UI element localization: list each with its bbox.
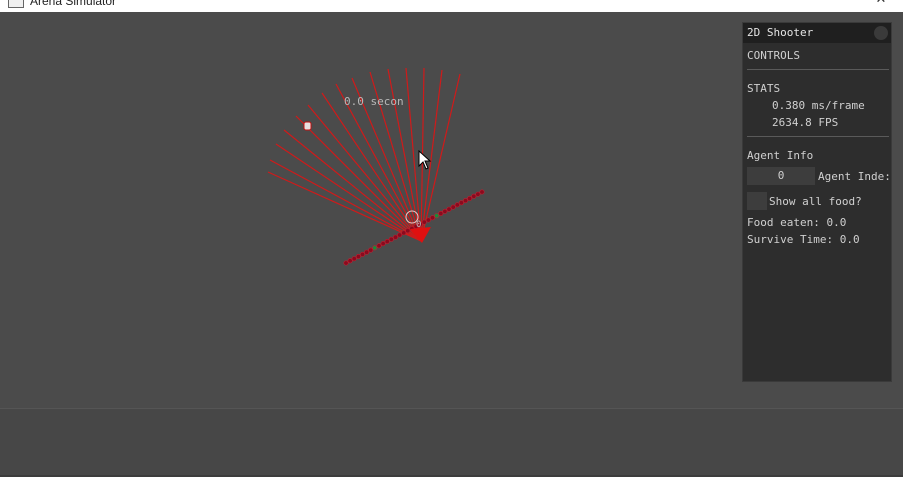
agent-label: 0 [416,220,421,230]
sensor-dot [401,230,407,236]
sensor-dot [462,198,468,204]
sensor-dot [397,232,403,238]
window-title: Arena Simulator [30,0,117,8]
sensor-dots [343,189,485,266]
controls-panel: 2D Shooter CONTROLS STATS 0.380 ms/frame… [742,22,892,382]
food-eaten: Food eaten: 0.0 [747,216,847,229]
show-food-label: Show all food? [769,195,862,208]
sensor-dot [351,256,357,262]
panel-title-bar[interactable]: 2D Shooter [743,23,891,43]
ms-per-frame: 0.380 ms/frame [772,99,865,112]
sensor-dot [425,217,431,223]
sensor-dot [450,204,456,210]
fps-value: 2634.8 FPS [772,116,839,129]
sensor-dot [392,234,398,240]
collapse-button[interactable] [874,26,888,40]
agent-info-header[interactable]: Agent Info [747,149,813,162]
sensor-dot [442,208,448,214]
food-item [303,121,312,131]
separator [747,69,889,70]
separator [747,136,889,137]
timer-text: 0.0 secon [344,95,404,108]
bottom-area [0,408,903,477]
close-button[interactable]: ✕ [866,0,896,9]
stats-header[interactable]: STATS [747,82,780,95]
sensor-dot [405,228,411,234]
sensor-dot [343,260,349,266]
sensor-dot [355,254,361,260]
sensor-dot [471,193,477,199]
sensor-dot [438,211,444,217]
sensor-dot [429,215,435,221]
minimize-button[interactable]: — [818,0,848,9]
sensor-dot [388,236,394,242]
controls-header[interactable]: CONTROLS [747,49,800,62]
sensor-dot [458,200,464,206]
sensor-dot [380,241,386,247]
panel-title: 2D Shooter [747,26,814,39]
vision-ray [275,143,422,242]
sensor-dot [376,243,382,249]
sensor-dot [368,247,374,253]
sensor-dot [479,189,485,195]
show-food-checkbox[interactable] [747,192,767,210]
sensor-dot [372,245,378,251]
vision-ray [307,104,422,242]
sensor-dot [454,202,460,208]
app-icon [8,0,24,8]
sensor-dot [364,249,370,255]
sensor-dot [359,251,365,257]
sensor-dot [475,191,481,197]
sensor-dot [467,196,473,202]
sensor-dot [347,258,353,264]
sensor-dot [421,219,427,225]
sensor-dot [384,239,390,245]
mouse-cursor-icon [418,149,432,174]
agent-index-label: Agent Inde: [818,170,891,183]
survive-time: Survive Time: 0.0 [747,233,860,246]
agent-index-input[interactable]: 0 [747,167,815,185]
sensor-dot [446,206,452,212]
vision-ray [269,159,422,242]
sensor-dot [434,213,440,219]
vision-ray [283,129,422,242]
